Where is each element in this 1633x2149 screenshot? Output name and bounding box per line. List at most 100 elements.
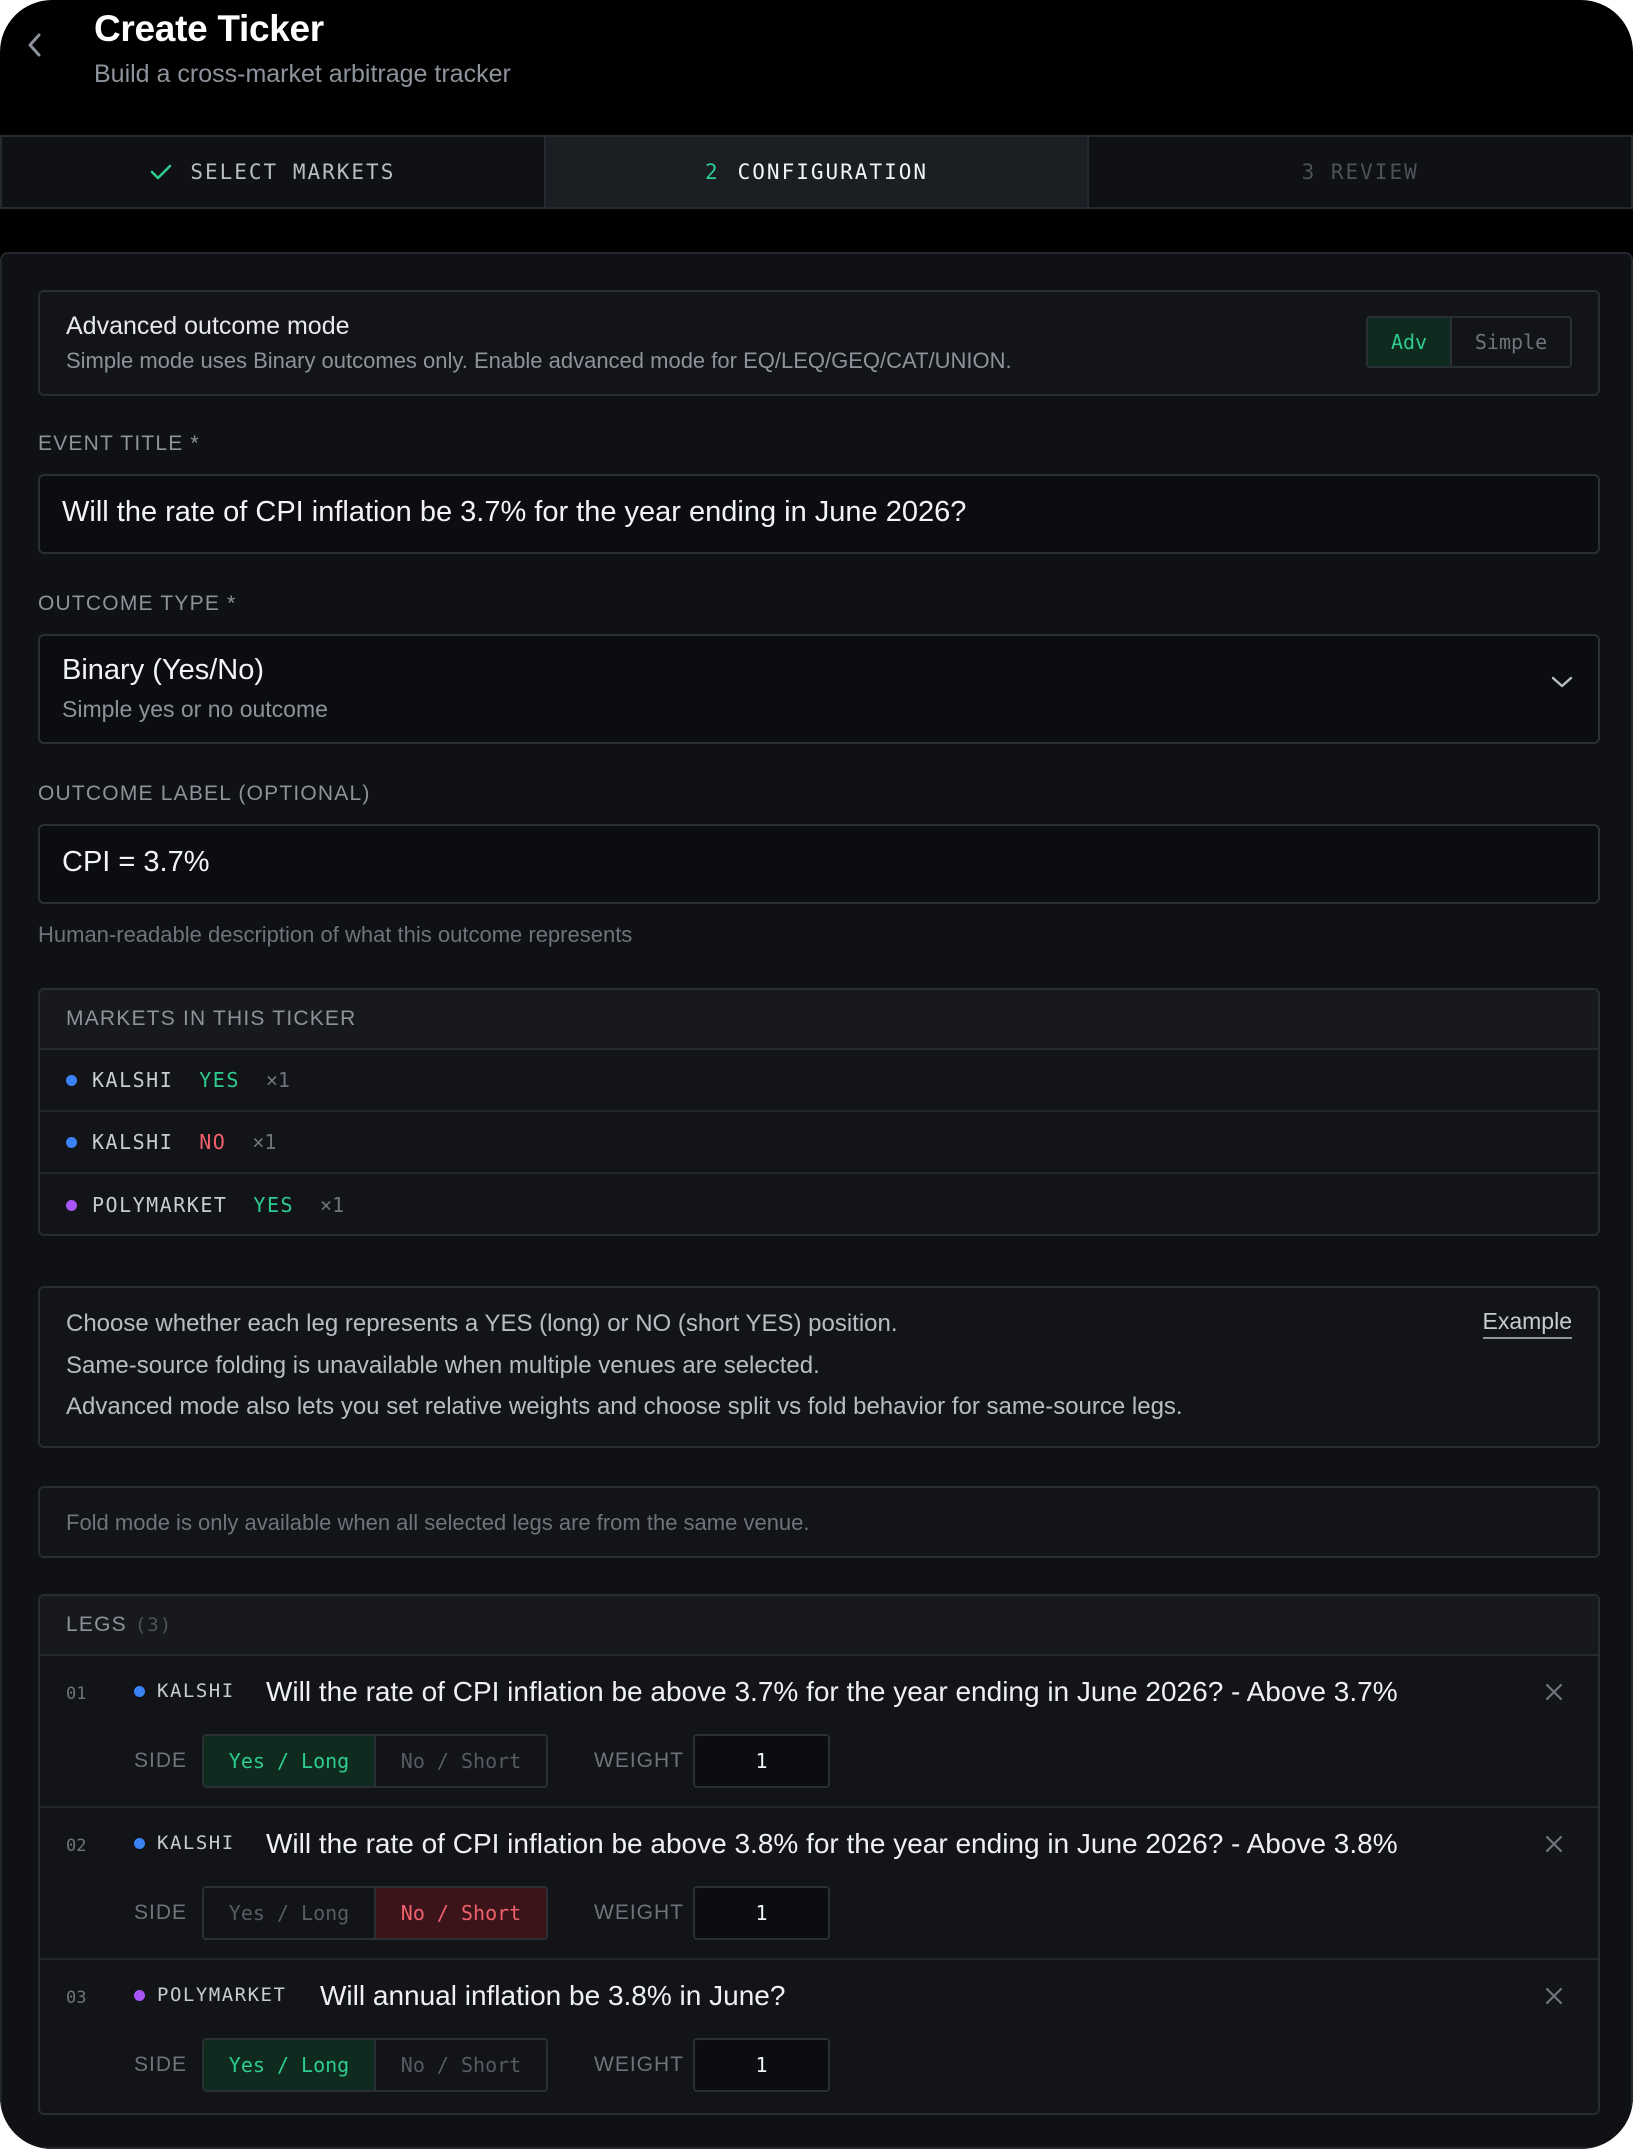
fold-notice: Fold mode is only available when all sel… bbox=[38, 1486, 1600, 1558]
outcome-label-label: OUTCOME LABEL (OPTIONAL) bbox=[38, 782, 371, 805]
market-multiplier: ×1 bbox=[320, 1193, 345, 1217]
leg-venue-label: KALSHI bbox=[157, 1680, 235, 1702]
leg-venue-label: KALSHI bbox=[157, 1832, 235, 1854]
leg-venue: KALSHI bbox=[134, 1832, 235, 1854]
side-no-option[interactable]: No / Short bbox=[376, 1888, 546, 1938]
market-venue: KALSHI bbox=[92, 1130, 174, 1154]
step-review[interactable]: 3 REVIEW bbox=[1089, 137, 1631, 207]
step-configuration[interactable]: 2 CONFIGURATION bbox=[545, 137, 1090, 207]
event-title-input[interactable]: Will the rate of CPI inflation be 3.7% f… bbox=[38, 474, 1600, 554]
legs-title: LEGS bbox=[66, 1613, 127, 1636]
weight-input[interactable]: 1 bbox=[693, 2038, 830, 2092]
check-icon bbox=[150, 163, 172, 181]
wizard-stepper: SELECT MARKETS 2 CONFIGURATION 3 REVIEW bbox=[0, 135, 1633, 209]
outcome-type-value: Binary (Yes/No) bbox=[62, 654, 265, 686]
advanced-mode-title: Advanced outcome mode bbox=[66, 312, 350, 340]
step-label: SELECT MARKETS bbox=[190, 160, 396, 184]
mode-simple-option[interactable]: Simple bbox=[1452, 318, 1570, 366]
outcome-label-value: CPI = 3.7% bbox=[62, 846, 210, 878]
side-toggle: Yes / Long No / Short bbox=[202, 1886, 548, 1940]
advanced-mode-description: Simple mode uses Binary outcomes only. E… bbox=[66, 348, 1012, 373]
step-select-markets[interactable]: SELECT MARKETS bbox=[2, 137, 546, 207]
venue-dot bbox=[66, 1199, 77, 1211]
leg-question: Will the rate of CPI inflation be above … bbox=[266, 1676, 1398, 1707]
leg-row: 01 KALSHI Will the rate of CPI inflation… bbox=[40, 1656, 1598, 1808]
info-line: Advanced mode also lets you set relative… bbox=[66, 1393, 1183, 1420]
configuration-panel: Advanced outcome mode Simple mode uses B… bbox=[0, 252, 1633, 2149]
leg-question: Will annual inflation be 3.8% in June? bbox=[320, 1980, 786, 2011]
weight-input[interactable]: 1 bbox=[693, 1734, 830, 1788]
step-label: CONFIGURATION bbox=[737, 160, 929, 184]
leg-info-card: Choose whether each leg represents a YES… bbox=[38, 1286, 1600, 1448]
info-line: Choose whether each leg represents a YES… bbox=[66, 1310, 898, 1337]
market-venue: KALSHI bbox=[92, 1068, 174, 1092]
leg-venue-label: POLYMARKET bbox=[157, 1984, 287, 2006]
chevron-left-icon bbox=[28, 33, 41, 57]
venue-dot bbox=[66, 1074, 77, 1086]
legs-count: (3) bbox=[134, 1614, 173, 1636]
side-label: SIDE bbox=[134, 1749, 188, 1772]
mode-toggle: Adv Simple bbox=[1366, 316, 1572, 368]
market-venue: POLYMARKET bbox=[92, 1193, 228, 1217]
app-window: Create Ticker Build a cross-market arbit… bbox=[0, 0, 1633, 2149]
side-yes-option[interactable]: Yes / Long bbox=[204, 2040, 376, 2090]
chevron-down-icon bbox=[1551, 676, 1573, 688]
side-no-option[interactable]: No / Short bbox=[376, 2040, 546, 2090]
outcome-type-label: OUTCOME TYPE * bbox=[38, 592, 237, 615]
side-label: SIDE bbox=[134, 2053, 188, 2076]
venue-dot bbox=[66, 1136, 77, 1148]
leg-venue: KALSHI bbox=[134, 1680, 235, 1702]
side-toggle: Yes / Long No / Short bbox=[202, 2038, 548, 2092]
advanced-mode-card: Advanced outcome mode Simple mode uses B… bbox=[38, 290, 1600, 396]
venue-dot bbox=[134, 1685, 145, 1697]
venue-dot bbox=[134, 1837, 145, 1849]
market-side: YES bbox=[253, 1193, 295, 1217]
markets-card: MARKETS IN THIS TICKER KALSHI YES ×1 KAL… bbox=[38, 988, 1600, 1236]
outcome-type-description: Simple yes or no outcome bbox=[62, 696, 328, 722]
market-row: KALSHI NO ×1 bbox=[40, 1112, 1598, 1174]
close-icon[interactable] bbox=[1544, 1834, 1564, 1854]
weight-input[interactable]: 1 bbox=[693, 1886, 830, 1940]
fold-notice-text: Fold mode is only available when all sel… bbox=[66, 1510, 810, 1535]
outcome-type-select[interactable]: Binary (Yes/No) Simple yes or no outcome bbox=[38, 634, 1600, 744]
market-side: YES bbox=[199, 1068, 240, 1092]
markets-header: MARKETS IN THIS TICKER bbox=[40, 990, 1598, 1050]
mode-adv-option[interactable]: Adv bbox=[1368, 318, 1452, 366]
page-title: Create Ticker bbox=[94, 8, 324, 49]
venue-dot bbox=[134, 1989, 145, 2001]
side-no-option[interactable]: No / Short bbox=[376, 1736, 546, 1786]
step-number: 2 bbox=[704, 160, 720, 184]
market-row: POLYMARKET YES ×1 bbox=[40, 1174, 1598, 1234]
example-link[interactable]: Example bbox=[1482, 1308, 1572, 1339]
back-button[interactable] bbox=[18, 28, 52, 62]
page-header: Create Ticker Build a cross-market arbit… bbox=[0, 0, 1633, 135]
info-line: Same-source folding is unavailable when … bbox=[66, 1352, 820, 1379]
leg-index: 02 bbox=[66, 1836, 87, 1856]
event-title-label: EVENT TITLE * bbox=[38, 432, 200, 455]
close-icon[interactable] bbox=[1544, 1986, 1564, 2006]
side-toggle: Yes / Long No / Short bbox=[202, 1734, 548, 1788]
close-icon[interactable] bbox=[1544, 1682, 1564, 1702]
weight-label: WEIGHT bbox=[594, 1901, 684, 1924]
leg-index: 01 bbox=[66, 1684, 87, 1704]
step-label: 3 REVIEW bbox=[1301, 160, 1419, 184]
legs-card: LEGS (3) 01 KALSHI Will the rate of CPI … bbox=[38, 1594, 1600, 2115]
side-yes-option[interactable]: Yes / Long bbox=[204, 1736, 376, 1786]
market-multiplier: ×1 bbox=[265, 1068, 290, 1092]
leg-venue: POLYMARKET bbox=[134, 1984, 286, 2006]
market-row: KALSHI YES ×1 bbox=[40, 1050, 1598, 1112]
legs-header: LEGS (3) bbox=[40, 1596, 1598, 1656]
page-subtitle: Build a cross-market arbitrage tracker bbox=[94, 60, 511, 88]
weight-label: WEIGHT bbox=[594, 2053, 684, 2076]
leg-row: 03 POLYMARKET Will annual inflation be 3… bbox=[40, 1960, 1598, 2112]
leg-row: 02 KALSHI Will the rate of CPI inflation… bbox=[40, 1808, 1598, 1960]
outcome-label-helper: Human-readable description of what this … bbox=[38, 922, 633, 947]
side-yes-option[interactable]: Yes / Long bbox=[204, 1888, 376, 1938]
outcome-label-input[interactable]: CPI = 3.7% bbox=[38, 824, 1600, 904]
market-side: NO bbox=[199, 1130, 227, 1154]
market-multiplier: ×1 bbox=[252, 1130, 277, 1154]
event-title-value: Will the rate of CPI inflation be 3.7% f… bbox=[62, 496, 967, 528]
side-label: SIDE bbox=[134, 1901, 188, 1924]
leg-index: 03 bbox=[66, 1988, 87, 2008]
weight-label: WEIGHT bbox=[594, 1749, 684, 1772]
